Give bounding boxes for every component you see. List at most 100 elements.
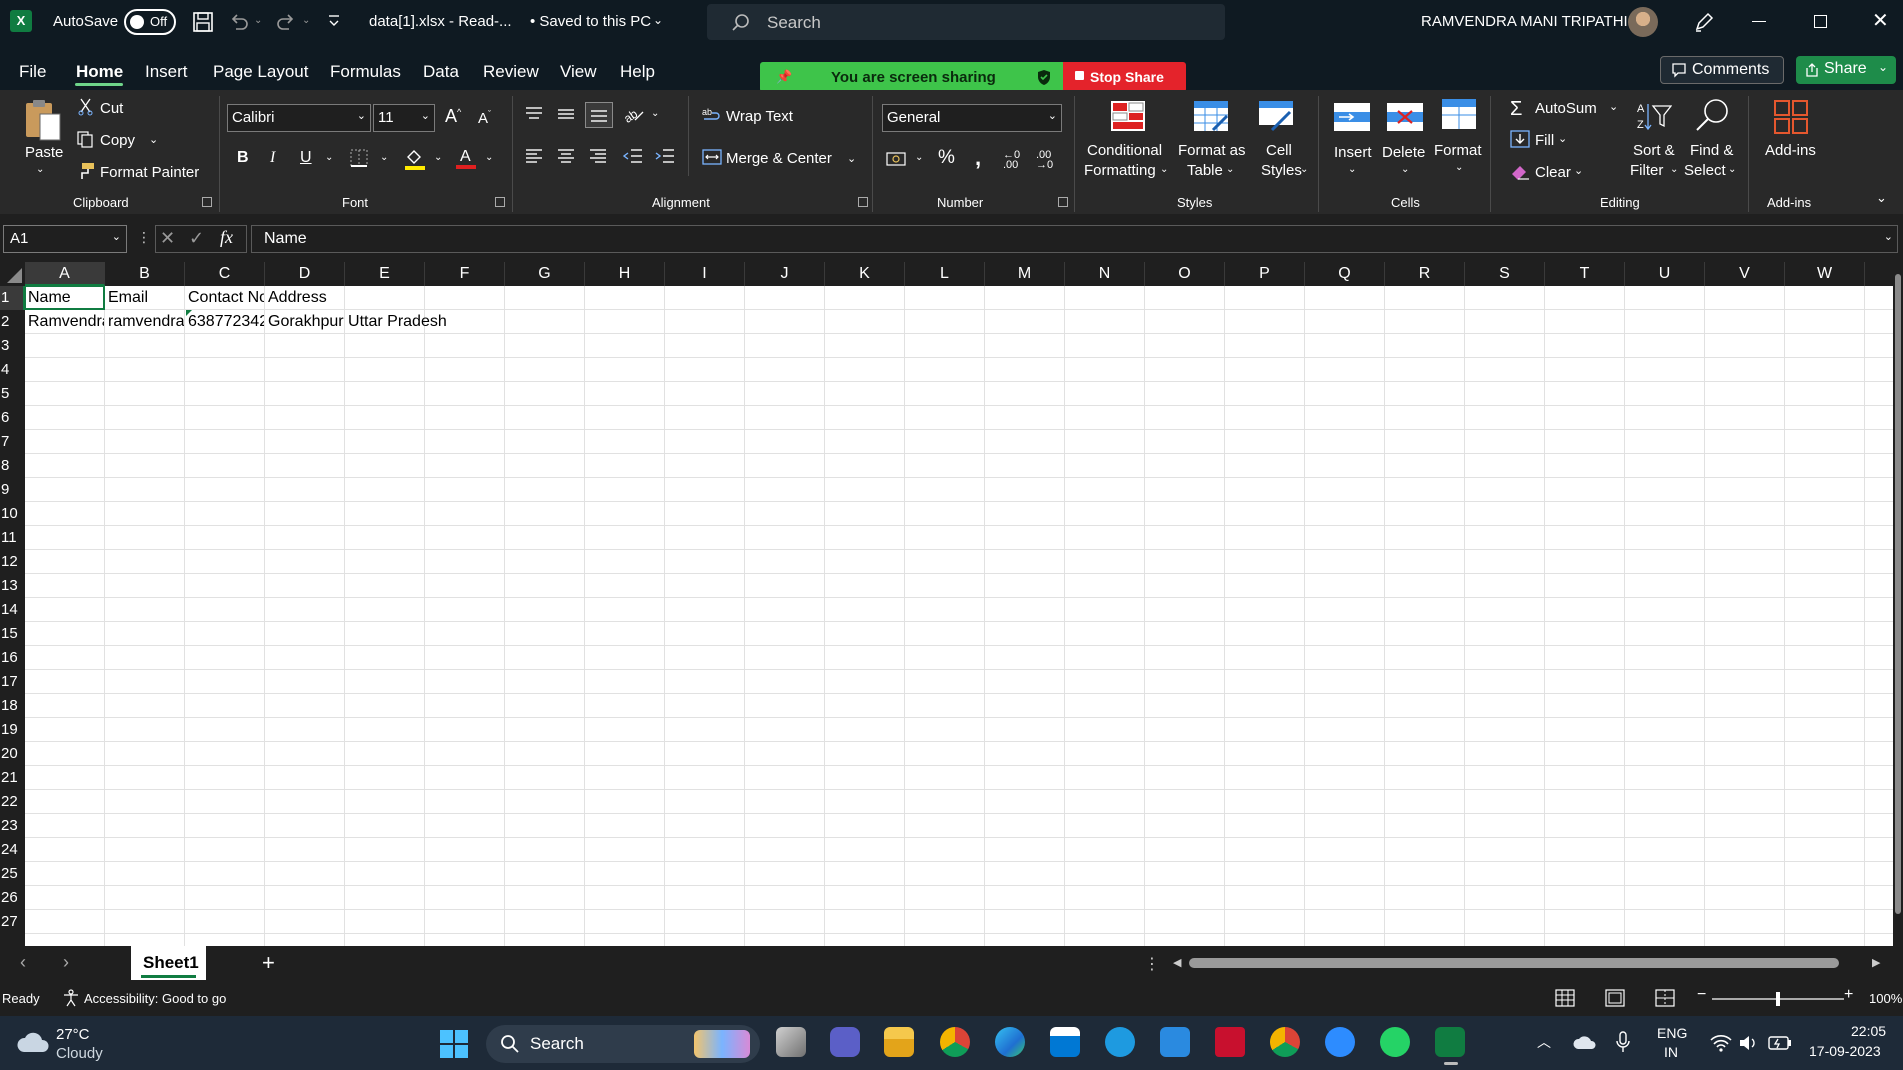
- column-header-B[interactable]: B: [105, 262, 185, 286]
- row-header-26[interactable]: 26: [0, 886, 25, 910]
- row-header-12[interactable]: 12: [0, 550, 25, 574]
- row-header-3[interactable]: 3: [0, 334, 25, 358]
- tab-review[interactable]: Review: [483, 62, 539, 82]
- zoom-level[interactable]: 100%: [1869, 991, 1902, 1006]
- tab-formulas[interactable]: Formulas: [330, 62, 401, 82]
- horizontal-scroll-thumb[interactable]: [1189, 958, 1839, 968]
- format-painter-label[interactable]: Format Painter: [100, 164, 199, 181]
- format-painter-icon[interactable]: [76, 162, 96, 180]
- fill-chevron-icon[interactable]: ⌄: [1558, 132, 1567, 145]
- column-header-C[interactable]: C: [185, 262, 265, 286]
- cell-D2[interactable]: Gorakhpur Uttar Pradesh: [268, 310, 568, 334]
- column-header-U[interactable]: U: [1625, 262, 1705, 286]
- taskbar-search[interactable]: Search: [486, 1025, 760, 1063]
- chevron-down-icon[interactable]: ⌄: [1878, 60, 1888, 74]
- tab-file[interactable]: File: [19, 62, 46, 82]
- column-header-F[interactable]: F: [425, 262, 505, 286]
- find-select-label-2[interactable]: Select: [1684, 162, 1726, 179]
- cell-D1[interactable]: Address: [268, 286, 468, 310]
- accounting-format-icon[interactable]: [886, 150, 908, 168]
- expand-formula-icon[interactable]: ⌄: [1884, 230, 1893, 243]
- collapse-ribbon-icon[interactable]: ⌄: [1876, 190, 1887, 206]
- onedrive-icon[interactable]: [1573, 1034, 1597, 1050]
- conditional-formatting-icon[interactable]: [1110, 100, 1146, 132]
- row-header-15[interactable]: 15: [0, 622, 25, 646]
- chrome-icon[interactable]: [940, 1027, 970, 1057]
- align-right-icon[interactable]: [589, 148, 607, 164]
- chevron-down-icon[interactable]: ⌄: [1348, 164, 1356, 175]
- row-header-20[interactable]: 20: [0, 742, 25, 766]
- align-top-icon[interactable]: [525, 106, 543, 122]
- myhp-icon[interactable]: [1160, 1027, 1190, 1057]
- borders-icon[interactable]: [350, 149, 368, 167]
- tab-help[interactable]: Help: [620, 62, 655, 82]
- chevron-down-icon[interactable]: ⌄: [1670, 164, 1678, 175]
- comma-style-icon[interactable]: ,: [975, 145, 981, 171]
- windows-start-icon[interactable]: [440, 1030, 468, 1058]
- worksheet-grid[interactable]: Name Email Contact No Address Ramvendra …: [25, 286, 1895, 946]
- chevron-down-icon[interactable]: ⌄: [1728, 164, 1736, 175]
- font-size-select[interactable]: 11 ⌄: [373, 104, 435, 132]
- eraser-icon[interactable]: [1510, 162, 1530, 180]
- autosum-icon[interactable]: Σ: [1510, 98, 1522, 121]
- row-header-25[interactable]: 25: [0, 862, 25, 886]
- volume-icon[interactable]: [1738, 1034, 1758, 1052]
- excel-taskbar-icon[interactable]: [1435, 1027, 1465, 1057]
- cell-A2[interactable]: Ramvendra: [28, 310, 104, 334]
- column-header-K[interactable]: K: [825, 262, 905, 286]
- more-options-icon[interactable]: ⋮: [137, 229, 151, 246]
- scroll-left-icon[interactable]: ◀: [1173, 956, 1181, 969]
- row-header-10[interactable]: 10: [0, 502, 25, 526]
- normal-view-icon[interactable]: [1555, 989, 1575, 1007]
- alignment-launcher-icon[interactable]: [858, 197, 868, 207]
- conditional-formatting-label[interactable]: Conditional: [1087, 142, 1162, 159]
- insert-function-icon[interactable]: fx: [220, 227, 233, 248]
- format-as-table-label[interactable]: Format as: [1178, 142, 1246, 159]
- delete-cells-icon[interactable]: [1386, 102, 1424, 132]
- accessibility-status[interactable]: Accessibility: Good to go: [84, 991, 226, 1006]
- select-all-corner[interactable]: [0, 262, 25, 286]
- restore-icon[interactable]: [1814, 15, 1827, 28]
- borders-chevron-icon[interactable]: ⌄: [380, 152, 388, 163]
- clipboard-launcher-icon[interactable]: [202, 197, 212, 207]
- language-2[interactable]: IN: [1664, 1044, 1678, 1060]
- language-1[interactable]: ENG: [1657, 1025, 1687, 1041]
- column-header-I[interactable]: I: [665, 262, 745, 286]
- font-name-select[interactable]: Calibri ⌄: [227, 104, 371, 132]
- weather-cloud-icon[interactable]: [16, 1030, 50, 1054]
- tab-view[interactable]: View: [560, 62, 597, 82]
- stop-share-button[interactable]: Stop Share: [1063, 62, 1186, 92]
- sheet-tab-sheet1[interactable]: Sheet1: [131, 946, 206, 980]
- insert-cells-label[interactable]: Insert: [1334, 144, 1372, 161]
- zoom-in-icon[interactable]: +: [1844, 986, 1853, 1004]
- cell-C2[interactable]: 6387723421: [188, 310, 264, 334]
- share-button[interactable]: Share ⌄: [1796, 56, 1896, 84]
- column-header-S[interactable]: S: [1465, 262, 1545, 286]
- merge-chevron-icon[interactable]: ⌄: [847, 152, 856, 165]
- chevron-down-icon[interactable]: ⌄: [1401, 164, 1409, 175]
- row-header-6[interactable]: 6: [0, 406, 25, 430]
- cell-styles-icon[interactable]: [1258, 100, 1294, 132]
- decrease-font-icon[interactable]: Aˇ: [478, 109, 491, 127]
- name-box[interactable]: A1 ⌄: [3, 225, 127, 253]
- font-color-icon[interactable]: A: [455, 145, 477, 171]
- fill-color-icon[interactable]: [404, 147, 426, 171]
- row-header-5[interactable]: 5: [0, 382, 25, 406]
- row-header-27[interactable]: 27: [0, 910, 25, 934]
- column-header-P[interactable]: P: [1225, 262, 1305, 286]
- redo-icon[interactable]: [275, 11, 297, 33]
- paste-chevron-icon[interactable]: ⌄: [36, 164, 44, 175]
- formula-input[interactable]: Name ⌄: [251, 225, 1898, 253]
- zoom-app-icon[interactable]: [1325, 1027, 1355, 1057]
- scroll-right-icon[interactable]: ▶: [1872, 956, 1880, 969]
- row-header-14[interactable]: 14: [0, 598, 25, 622]
- find-select-label[interactable]: Find &: [1690, 142, 1733, 159]
- column-header-V[interactable]: V: [1705, 262, 1785, 286]
- wrap-text-label[interactable]: Wrap Text: [726, 108, 793, 125]
- edge-icon[interactable]: [995, 1027, 1025, 1057]
- row-header-22[interactable]: 22: [0, 790, 25, 814]
- row-header-23[interactable]: 23: [0, 814, 25, 838]
- clock-time[interactable]: 22:05: [1851, 1023, 1886, 1039]
- pin-icon[interactable]: 📌: [776, 69, 792, 85]
- chevron-down-icon[interactable]: ⌄: [1160, 164, 1168, 175]
